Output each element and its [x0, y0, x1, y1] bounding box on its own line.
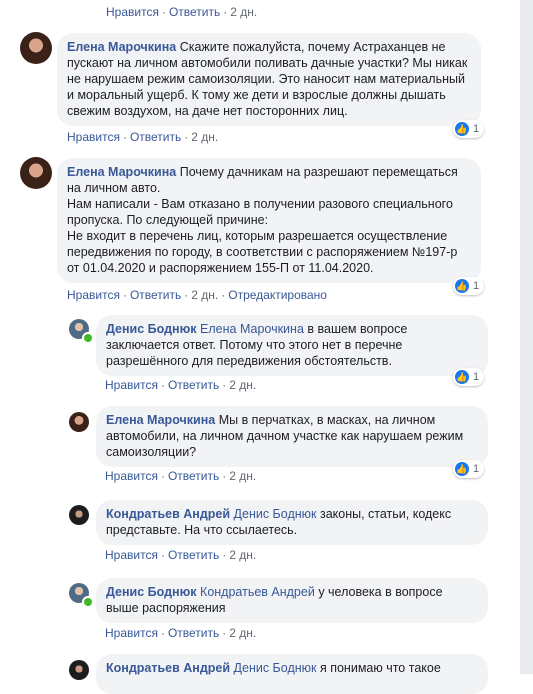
- comment-author[interactable]: Елена Марочкина: [67, 40, 176, 54]
- like-link[interactable]: Нравится: [67, 130, 120, 144]
- comment-time[interactable]: 2 дн.: [229, 548, 256, 562]
- comment-actions: Нравится · Ответить · 2 дн.: [67, 130, 219, 144]
- comment-author[interactable]: Кондратьев Андрей: [106, 661, 230, 675]
- comment-time[interactable]: 2 дн.: [191, 130, 218, 144]
- comment-bubble: Кондратьев Андрей Денис Боднюк законы, с…: [96, 500, 488, 545]
- thumbs-up-icon: 👍: [455, 370, 469, 384]
- like-link[interactable]: Нравится: [105, 378, 158, 392]
- like-link[interactable]: Нравится: [67, 288, 120, 302]
- reaction-count[interactable]: 👍 1: [453, 368, 485, 386]
- comment-bubble: Елена Марочкина Скажите пожалуйста, поче…: [57, 33, 481, 126]
- reply-link[interactable]: Ответить: [168, 626, 219, 640]
- like-link[interactable]: Нравится: [105, 548, 158, 562]
- comment-time[interactable]: 2 дн.: [230, 5, 257, 19]
- comment-author[interactable]: Кондратьев Андрей: [106, 507, 230, 521]
- mention-link[interactable]: Денис Боднюк: [234, 507, 317, 521]
- thumbs-up-icon: 👍: [455, 462, 469, 476]
- reaction-count[interactable]: 👍 1: [453, 277, 485, 295]
- comment-bubble: Елена Марочкина Почему дачникам на разре…: [57, 158, 481, 283]
- like-link[interactable]: Нравится: [106, 5, 159, 19]
- comment-actions: Нравится · Ответить · 2 дн.: [105, 469, 257, 483]
- page-scroll-gutter: [520, 0, 533, 674]
- avatar[interactable]: [69, 660, 89, 680]
- comment-time[interactable]: 2 дн.: [229, 378, 256, 392]
- reply-link[interactable]: Ответить: [168, 378, 219, 392]
- mention-link[interactable]: Кондратьев Андрей: [200, 585, 315, 599]
- comment-time[interactable]: 2 дн.: [191, 288, 218, 302]
- like-link[interactable]: Нравится: [105, 626, 158, 640]
- comment-author[interactable]: Елена Марочкина: [106, 413, 215, 427]
- comment-time[interactable]: 2 дн.: [229, 469, 256, 483]
- reply-link[interactable]: Ответить: [130, 130, 181, 144]
- comment-actions: Нравится · Ответить · 2 дн.: [105, 626, 257, 640]
- comment-author[interactable]: Денис Боднюк: [106, 585, 197, 599]
- comment-actions: Нравится · Ответить · 2 дн. · Отредактировано: [67, 288, 327, 302]
- comment-author[interactable]: Елена Марочкина: [67, 165, 176, 179]
- online-status-icon: [82, 596, 94, 608]
- thumbs-up-icon: 👍: [455, 279, 469, 293]
- reply-link[interactable]: Ответить: [130, 288, 181, 302]
- thumbs-up-icon: 👍: [455, 122, 469, 136]
- like-link[interactable]: Нравится: [105, 469, 158, 483]
- comment-actions: Нравится · Ответить · 2 дн.: [105, 548, 257, 562]
- reaction-count[interactable]: 👍 1: [453, 460, 485, 478]
- edited-link[interactable]: Отредактировано: [228, 288, 327, 302]
- avatar[interactable]: [69, 412, 89, 432]
- comment-text: Почему дачникам на разрешают перемещатьс…: [67, 165, 458, 275]
- avatar[interactable]: [20, 157, 52, 189]
- online-status-icon: [82, 332, 94, 344]
- avatar[interactable]: [69, 505, 89, 525]
- comment-time[interactable]: 2 дн.: [229, 626, 256, 640]
- comment-text: я понимаю что такое: [319, 661, 441, 675]
- comment-actions: Нравится · Ответить · 2 дн.: [106, 5, 258, 19]
- avatar[interactable]: [20, 32, 52, 64]
- comment-bubble: Денис Боднюк Кондратьев Андрей у человек…: [96, 578, 488, 623]
- comment-actions: Нравится · Ответить · 2 дн.: [105, 378, 257, 392]
- reply-link[interactable]: Ответить: [168, 469, 219, 483]
- comment-author[interactable]: Денис Боднюк: [106, 322, 197, 336]
- mention-link[interactable]: Елена Марочкина: [200, 322, 304, 336]
- comment-bubble: Елена Марочкина Мы в перчатках, в масках…: [96, 406, 488, 467]
- comment-bubble: Денис Боднюк Елена Марочкина в вашем воп…: [96, 315, 488, 376]
- reply-link[interactable]: Ответить: [169, 5, 220, 19]
- reaction-count[interactable]: 👍 1: [453, 120, 485, 138]
- reply-link[interactable]: Ответить: [168, 548, 219, 562]
- mention-link[interactable]: Денис Боднюк: [234, 661, 317, 675]
- comment-bubble: Кондратьев Андрей Денис Боднюк я понимаю…: [96, 654, 488, 694]
